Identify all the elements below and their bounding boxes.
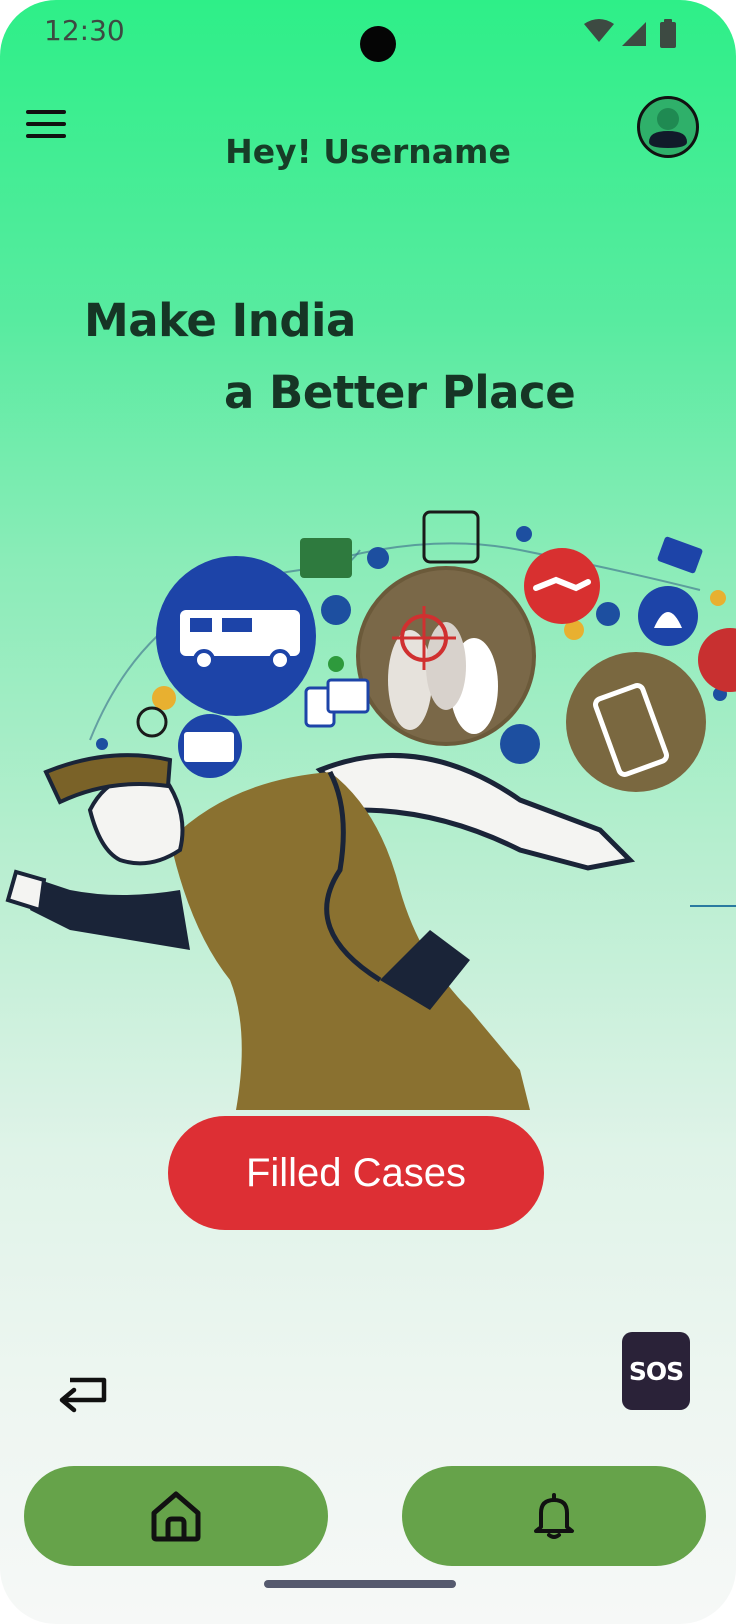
greeting-text: Hey! Username bbox=[225, 132, 511, 171]
status-icons bbox=[584, 19, 676, 48]
hero-headline-line2: a Better Place bbox=[224, 366, 576, 419]
phone-data-circle bbox=[566, 652, 706, 792]
handshake-circle bbox=[524, 548, 600, 624]
siren-circle bbox=[638, 586, 698, 646]
police-officer-illustration bbox=[5, 510, 736, 1110]
battery-icon bbox=[660, 19, 676, 48]
home-screen: 12:30 Hey! Username Make India a Better … bbox=[0, 0, 736, 1624]
bell-icon bbox=[534, 1493, 574, 1539]
crowd-target-circle bbox=[356, 566, 536, 746]
vehicle-circle bbox=[156, 556, 316, 716]
front-camera bbox=[360, 26, 396, 62]
wifi-icon bbox=[584, 19, 614, 42]
home-indicator[interactable] bbox=[264, 1580, 456, 1588]
sos-button[interactable]: SOS bbox=[622, 1332, 690, 1410]
return-arrow-icon[interactable] bbox=[56, 1372, 112, 1416]
nav-home-button[interactable] bbox=[24, 1466, 328, 1566]
home-icon bbox=[151, 1491, 201, 1542]
status-time: 12:30 bbox=[44, 14, 125, 47]
cellular-signal-icon bbox=[622, 22, 646, 46]
nav-notifications-button[interactable] bbox=[402, 1466, 706, 1566]
filled-cases-button[interactable]: Filled Cases bbox=[168, 1116, 544, 1230]
officer-figure bbox=[5, 753, 636, 1110]
hero-headline-line1: Make India bbox=[84, 294, 356, 347]
